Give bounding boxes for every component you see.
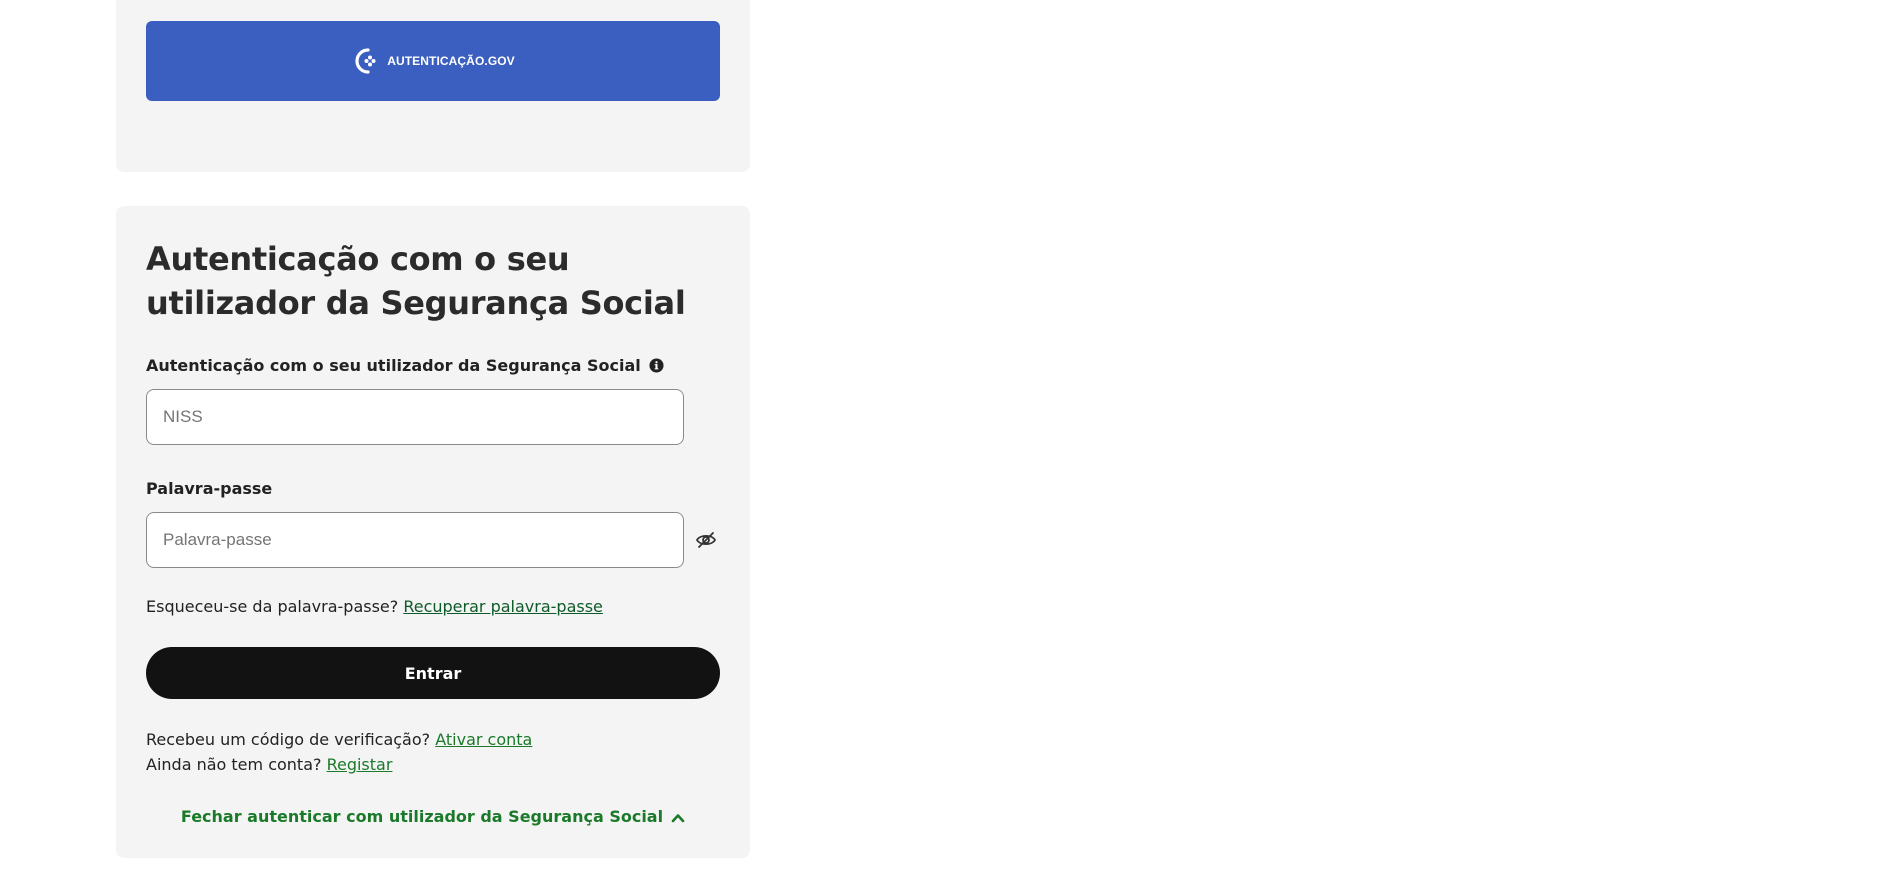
close-social-security-login-link[interactable]: Fechar autenticar com utilizador da Segu… <box>146 807 720 826</box>
password-input[interactable] <box>146 512 684 568</box>
page-title: Autenticação com o seu utilizador da Seg… <box>146 240 686 322</box>
forgot-password-line: Esqueceu-se da palavra-passe? Recuperar … <box>146 597 603 616</box>
niss-input[interactable] <box>146 389 684 445</box>
close-social-security-login-label: Fechar autenticar com utilizador da Segu… <box>180 807 664 826</box>
autenticacao-gov-label: AUTENTICAÇÃO.GOV <box>387 54 515 68</box>
activate-account-prefix: Recebeu um código de verificação? <box>146 730 436 749</box>
eye-slash-icon[interactable] <box>694 528 718 552</box>
chevron-up-icon <box>671 810 685 824</box>
activate-account-link[interactable]: Ativar conta <box>435 730 532 749</box>
register-prefix: Ainda não tem conta? <box>146 755 327 774</box>
autenticacao-gov-button[interactable]: AUTENTICAÇÃO.GOV <box>146 21 720 101</box>
autenticacao-gov-card: AUTENTICAÇÃO.GOV <box>116 0 750 172</box>
info-circle-icon[interactable] <box>649 358 664 373</box>
social-security-login-card: Autenticação com o seu utilizador da Seg… <box>116 206 750 858</box>
entrar-button[interactable]: Entrar <box>146 647 720 699</box>
register-link[interactable]: Registar <box>327 755 393 774</box>
user-field-label-text: Autenticação com o seu utilizador da Seg… <box>146 356 641 375</box>
user-field-label: Autenticação com o seu utilizador da Seg… <box>146 356 664 375</box>
activate-account-line: Recebeu um código de verificação? Ativar… <box>146 730 532 749</box>
autenticacao-gov-logo-icon <box>351 46 381 76</box>
recover-password-link[interactable]: Recuperar palavra-passe <box>403 597 603 616</box>
register-line: Ainda não tem conta? Registar <box>146 755 392 774</box>
password-field-label: Palavra-passe <box>146 479 273 498</box>
forgot-password-prefix: Esqueceu-se da palavra-passe? <box>146 597 404 616</box>
